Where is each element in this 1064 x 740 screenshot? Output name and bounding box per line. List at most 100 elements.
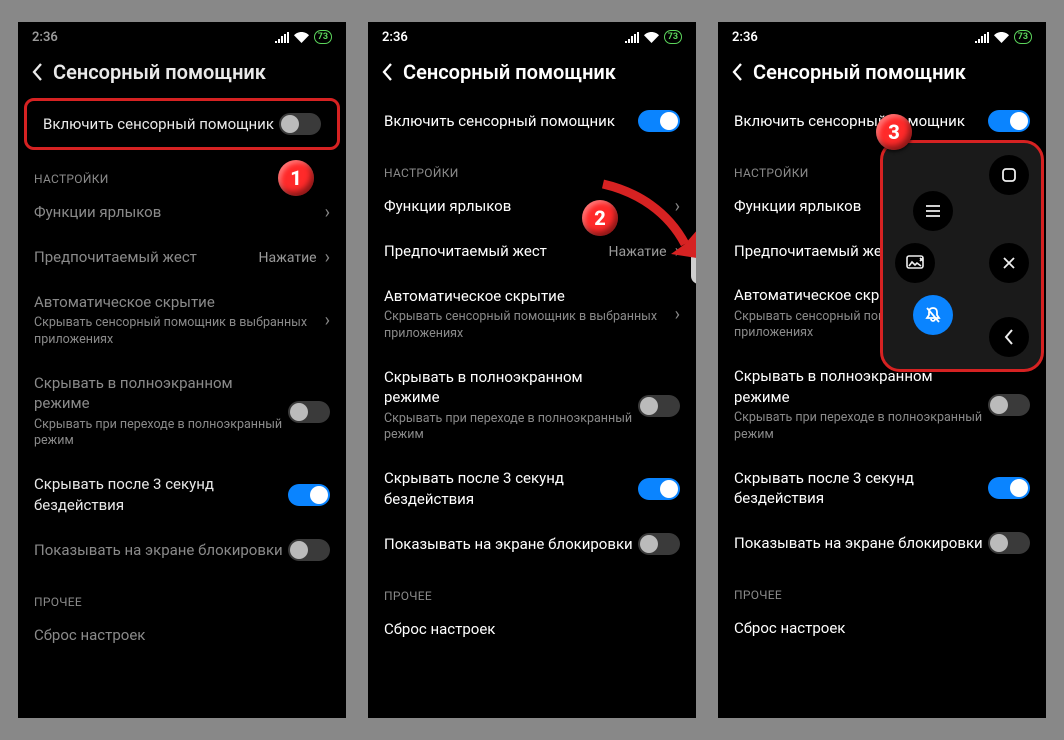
battery-icon: 73 xyxy=(1014,30,1032,44)
fullscreen-sub: Скрывать при переходе в полноэкранный ре… xyxy=(734,410,988,444)
wifi-icon xyxy=(644,32,659,43)
status-bar: 2:36 73 xyxy=(368,22,696,52)
lockscreen-row[interactable]: Показывать на экране блокировки xyxy=(18,527,346,573)
status-icons: 73 xyxy=(275,30,332,44)
phone-screenshot-2: 2:36 73 Сенсорный помощник Включить сенс… xyxy=(368,22,696,718)
hide3s-row[interactable]: Скрывать после 3 секунд бездействия xyxy=(18,462,346,527)
gesture-value: Нажатие xyxy=(259,250,317,266)
lockscreen-row[interactable]: Показывать на экране блокировки xyxy=(718,520,1046,566)
lockscreen-toggle[interactable] xyxy=(288,539,330,561)
lockscreen-label: Показывать на экране блокировки xyxy=(34,540,288,560)
clock: 2:36 xyxy=(732,30,758,45)
status-icons: 73 xyxy=(975,30,1032,44)
signal-icon xyxy=(975,32,989,43)
reset-label: Сброс настроек xyxy=(384,619,680,639)
gesture-row[interactable]: Предпочитаемый жест Нажатие › xyxy=(18,235,346,280)
fullscreen-toggle[interactable] xyxy=(988,394,1030,416)
fullscreen-row[interactable]: Скрывать в полноэкранном режиме Скрывать… xyxy=(18,361,346,462)
autohide-content: Автоматическое скрытие Скрывать сенсорны… xyxy=(34,292,323,349)
autohide-label: Автоматическое скрытие xyxy=(34,292,323,312)
clock: 2:36 xyxy=(32,30,58,45)
autohide-row[interactable]: Автоматическое скрытие Скрывать сенсорны… xyxy=(368,274,696,355)
step-badge-2: 2 xyxy=(582,200,618,236)
signal-icon xyxy=(625,32,639,43)
battery-icon: 73 xyxy=(664,30,682,44)
hide3s-toggle[interactable] xyxy=(638,478,680,500)
enable-quickball-toggle[interactable] xyxy=(988,110,1030,132)
fullscreen-toggle[interactable] xyxy=(638,395,680,417)
enable-quickball-label: Включить сенсорный помощник xyxy=(384,111,638,131)
hide3s-label: Скрывать после 3 секунд бездействия xyxy=(734,468,988,509)
step-badge-1: 1 xyxy=(278,160,314,196)
fullscreen-label: Скрывать в полноэкранном режиме xyxy=(34,373,288,414)
status-bar: 2:36 73 xyxy=(18,22,346,52)
wifi-icon xyxy=(994,32,1009,43)
quickball-panel xyxy=(880,140,1044,372)
autohide-content: Автоматическое скрытие Скрывать сенсорны… xyxy=(384,286,673,343)
fullscreen-content: Скрывать в полноэкранном режиме Скрывать… xyxy=(384,367,638,444)
enable-quickball-label: Включить сенсорный помощник xyxy=(734,111,988,131)
chevron-right-icon: › xyxy=(325,310,330,331)
enable-quickball-row[interactable]: Включить сенсорный помощник xyxy=(24,98,340,150)
section-other: ПРОЧЕЕ xyxy=(368,567,696,607)
hide3s-row[interactable]: Скрывать после 3 секунд бездействия xyxy=(718,456,1046,521)
autohide-row[interactable]: Автоматическое скрытие Скрывать сенсорны… xyxy=(18,280,346,361)
hide3s-label: Скрывать после 3 секунд бездействия xyxy=(34,474,288,515)
clock: 2:36 xyxy=(382,30,408,45)
shortcuts-row[interactable]: Функции ярлыков › xyxy=(18,190,346,235)
back-button[interactable] xyxy=(22,63,53,81)
reset-label: Сброс настроек xyxy=(734,618,1030,638)
fullscreen-row[interactable]: Скрывать в полноэкранном режиме Скрывать… xyxy=(368,355,696,456)
section-other: ПРОЧЕЕ xyxy=(18,573,346,613)
reset-row[interactable]: Сброс настроек xyxy=(718,606,1046,650)
lockscreen-row[interactable]: Показывать на экране блокировки xyxy=(368,521,696,567)
chevron-right-icon: › xyxy=(675,304,680,325)
page-header: Сенсорный помощник xyxy=(18,52,346,98)
phone-screenshot-3: 2:36 73 Сенсорный помощник Включить сенс… xyxy=(718,22,1046,718)
gesture-label: Предпочитаемый жест xyxy=(34,247,259,267)
autohide-sub: Скрывать сенсорный помощник в выбранных … xyxy=(384,309,673,343)
hide3s-toggle[interactable] xyxy=(288,484,330,506)
quickball-menu-button[interactable] xyxy=(913,191,953,231)
quickball-screenshot-button[interactable] xyxy=(895,243,935,283)
lockscreen-toggle[interactable] xyxy=(988,532,1030,554)
page-header: Сенсорный помощник xyxy=(368,52,696,98)
chevron-right-icon: › xyxy=(325,202,330,223)
hide3s-toggle[interactable] xyxy=(988,477,1030,499)
page-title: Сенсорный помощник xyxy=(403,60,616,84)
fullscreen-sub: Скрывать при переходе в полноэкранный ре… xyxy=(34,417,288,451)
status-bar: 2:36 73 xyxy=(718,22,1046,52)
fullscreen-toggle[interactable] xyxy=(288,401,330,423)
enable-quickball-toggle[interactable] xyxy=(279,113,321,135)
hide3s-label: Скрывать после 3 секунд бездействия xyxy=(384,468,638,509)
enable-quickball-row[interactable]: Включить сенсорный помощник xyxy=(368,98,696,144)
enable-quickball-toggle[interactable] xyxy=(638,110,680,132)
gesture-label: Предпочитаемый жест xyxy=(384,241,609,261)
hide3s-row[interactable]: Скрывать после 3 секунд бездействия xyxy=(368,456,696,521)
quickball-home-button[interactable] xyxy=(989,155,1029,195)
quickball-mute-button[interactable] xyxy=(913,295,953,335)
step-badge-3: 3 xyxy=(876,114,912,150)
reset-row[interactable]: Сброс настроек xyxy=(368,607,696,651)
quickball-close-button[interactable] xyxy=(989,243,1029,283)
lockscreen-label: Показывать на экране блокировки xyxy=(734,533,988,553)
section-other: ПРОЧЕЕ xyxy=(718,566,1046,606)
back-button[interactable] xyxy=(372,63,403,81)
quickball-back-button[interactable] xyxy=(989,317,1029,357)
page-title: Сенсорный помощник xyxy=(53,60,266,84)
wifi-icon xyxy=(294,32,309,43)
chevron-right-icon: › xyxy=(325,247,330,268)
autohide-label: Автоматическое скрытие xyxy=(384,286,673,306)
lockscreen-toggle[interactable] xyxy=(638,533,680,555)
page-title: Сенсорный помощник xyxy=(753,60,966,84)
reset-row[interactable]: Сброс настроек xyxy=(18,613,346,657)
status-icons: 73 xyxy=(625,30,682,44)
enable-quickball-label: Включить сенсорный помощник xyxy=(43,114,279,134)
fullscreen-label: Скрывать в полноэкранном режиме xyxy=(734,366,988,407)
page-header: Сенсорный помощник xyxy=(718,52,1046,98)
shortcuts-label: Функции ярлыков xyxy=(34,202,323,222)
fullscreen-label: Скрывать в полноэкранном режиме xyxy=(384,367,638,408)
fullscreen-content: Скрывать в полноэкранном режиме Скрывать… xyxy=(34,373,288,450)
back-button[interactable] xyxy=(722,63,753,81)
reset-label: Сброс настроек xyxy=(34,625,330,645)
